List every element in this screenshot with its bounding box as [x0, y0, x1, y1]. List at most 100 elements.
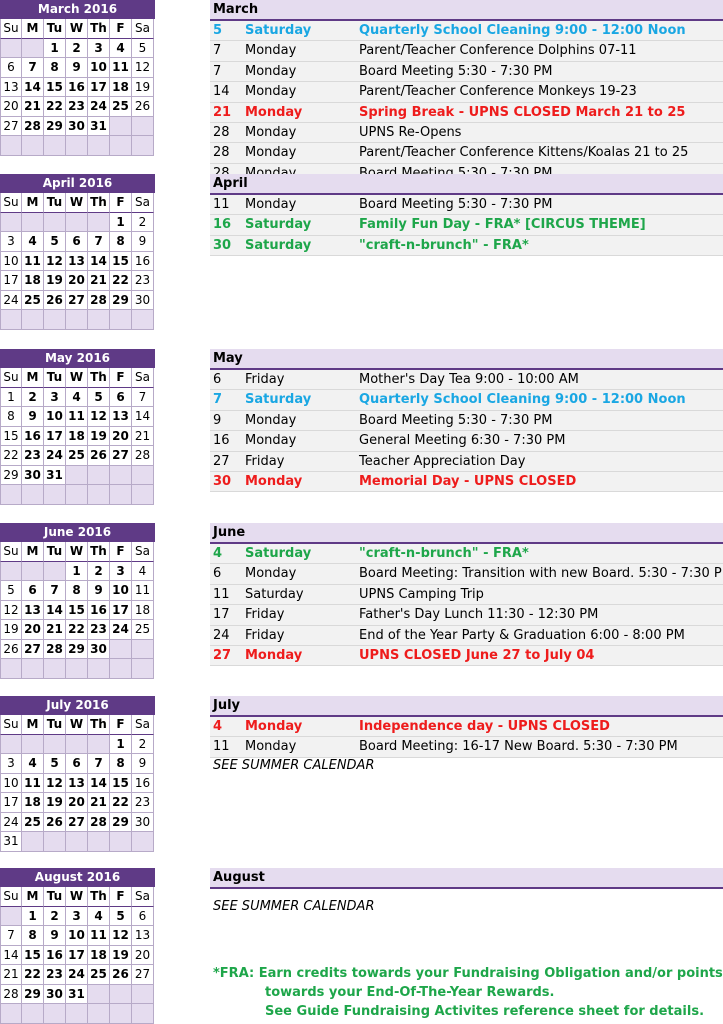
event-weekday: Monday	[245, 647, 303, 663]
calendar-day: 20	[66, 271, 88, 291]
event-title: Father's Day Lunch 11:30 - 12:30 PM	[359, 607, 599, 623]
weekday-header: Su	[0, 193, 22, 213]
event-weekday: Friday	[245, 627, 285, 643]
calendar-day: 19	[44, 271, 66, 291]
calendar-day: 5	[44, 754, 66, 774]
calendar-day: 19	[44, 793, 66, 813]
weekday-header: Su	[0, 887, 22, 907]
event-date: 28	[213, 124, 230, 140]
calendar-empty-cell	[22, 832, 44, 852]
calendar-day: 8	[66, 581, 88, 601]
event-weekday: Monday	[245, 84, 297, 100]
weekday-header: Th	[88, 715, 110, 735]
calendar-day: 27	[22, 639, 44, 659]
calendar-day: 12	[44, 251, 66, 271]
calendar-day: 26	[88, 446, 110, 466]
calendar-day: 12	[44, 773, 66, 793]
calendar-empty-cell	[44, 832, 66, 852]
event-date: 11	[213, 197, 230, 212]
event-title: Mother's Day Tea 9:00 - 10:00 AM	[359, 372, 579, 387]
event-row: 7 Saturday Quarterly School Cleaning 9:00 …	[210, 390, 723, 411]
event-title: "craft-n-brunch" - FRA*	[359, 546, 529, 561]
event-row: 30 Monday Memorial Day - UPNS CLOSED	[210, 471, 723, 493]
calendar-day: 21	[88, 793, 110, 813]
event-title: Board Meeting: 16-17 New Board. 5:30 - 7…	[359, 739, 678, 755]
calendar-day: 28	[22, 116, 44, 136]
event-weekday: Saturday	[245, 217, 312, 233]
event-weekday: Friday	[245, 453, 285, 469]
event-date: 4	[213, 546, 223, 561]
weekday-header: Th	[88, 193, 110, 213]
calendar-day: 14	[132, 407, 154, 427]
calendar-day: 1	[110, 734, 132, 754]
events-table: June 4 Saturday "craft-n-brunch" - FRA* 6 Mon…	[210, 523, 723, 667]
weekday-header: Sa	[132, 19, 154, 39]
calendar-empty-cell	[132, 984, 154, 1004]
event-weekday: Friday	[245, 607, 285, 623]
calendar-day: 3	[0, 754, 22, 774]
weekday-header: M	[22, 887, 44, 907]
weekday-header: M	[22, 19, 44, 39]
calendar-day: 13	[132, 926, 154, 946]
event-title: Spring Break - UPNS CLOSED March 21 to 2…	[359, 104, 686, 120]
event-row: 27 Friday Teacher Appreciation Day	[210, 451, 723, 472]
fra-footnote: *FRA: Earn credits towards your Fundrais…	[213, 964, 723, 1021]
calendar-empty-cell	[132, 116, 154, 136]
calendar-day: 26	[44, 290, 66, 310]
calendar-empty-cell	[132, 659, 154, 679]
weekday-header: Th	[88, 887, 110, 907]
weekday-header: Tu	[44, 715, 66, 735]
event-date: 27	[213, 647, 232, 663]
calendar-empty-cell	[66, 465, 88, 485]
event-row: 11 Saturday UPNS Camping Trip	[210, 584, 723, 606]
calendar-day: 29	[0, 465, 22, 485]
calendar-day: 12	[110, 926, 132, 946]
calendar-day: 23	[88, 620, 110, 640]
calendar-empty-cell	[44, 659, 66, 679]
calendar-day: 27	[66, 812, 88, 832]
calendar-empty-cell	[88, 310, 110, 330]
calendar-empty-cell	[0, 734, 22, 754]
mini-calendar-grid: Su M Tu W Th F Sa 1 2 3 4 5 6 7 8 9 10 11 12 13 14 15 16 17 18 19…	[0, 193, 155, 330]
weekday-header: Sa	[132, 887, 154, 907]
fra-line-2: towards your End-Of-The-Year Rewards.	[265, 985, 555, 1000]
weekday-header: W	[66, 887, 88, 907]
events-month-header: April	[210, 174, 723, 195]
calendar-day: 4	[66, 387, 88, 407]
calendar-day: 16	[132, 773, 154, 793]
event-row: 30 Saturday "craft-n-brunch" - FRA*	[210, 235, 723, 257]
calendar-empty-cell	[88, 832, 110, 852]
calendar-day: 11	[132, 581, 154, 601]
calendar-empty-cell	[66, 212, 88, 232]
calendar-empty-cell	[110, 659, 132, 679]
event-weekday: Monday	[245, 43, 297, 59]
event-date: 17	[213, 607, 230, 623]
calendar-day: 10	[66, 926, 88, 946]
calendar-empty-cell	[110, 116, 132, 136]
calendar-day: 28	[88, 812, 110, 832]
calendar-day: 11	[22, 773, 44, 793]
calendar-day: 11	[22, 251, 44, 271]
calendar-day: 16	[66, 77, 88, 97]
event-title: Board Meeting 5:30 - 7:30 PM	[359, 63, 553, 79]
calendar-day: 7	[132, 387, 154, 407]
calendar-empty-cell	[66, 734, 88, 754]
calendar-day: 7	[88, 754, 110, 774]
calendar-day: 14	[44, 600, 66, 620]
calendar-day: 11	[66, 407, 88, 427]
calendar-day: 18	[110, 77, 132, 97]
event-date: 5	[213, 23, 223, 38]
calendar-day: 2	[44, 906, 66, 926]
calendar-day: 30	[88, 639, 110, 659]
event-weekday: Saturday	[245, 237, 312, 253]
calendar-day: 24	[88, 97, 110, 117]
events-table: August SEE SUMMER CALENDAR	[210, 868, 723, 914]
calendar-day: 25	[22, 290, 44, 310]
calendar-day: 16	[22, 426, 44, 446]
event-row: 28 Monday UPNS Re-Opens	[210, 122, 723, 144]
event-row: 9 Monday Board Meeting 5:30 - 7:30 PM	[210, 410, 723, 432]
calendar-day: 29	[66, 639, 88, 659]
calendar-day: 25	[88, 965, 110, 985]
event-date: 24	[213, 627, 230, 643]
calendar-day: 29	[110, 812, 132, 832]
